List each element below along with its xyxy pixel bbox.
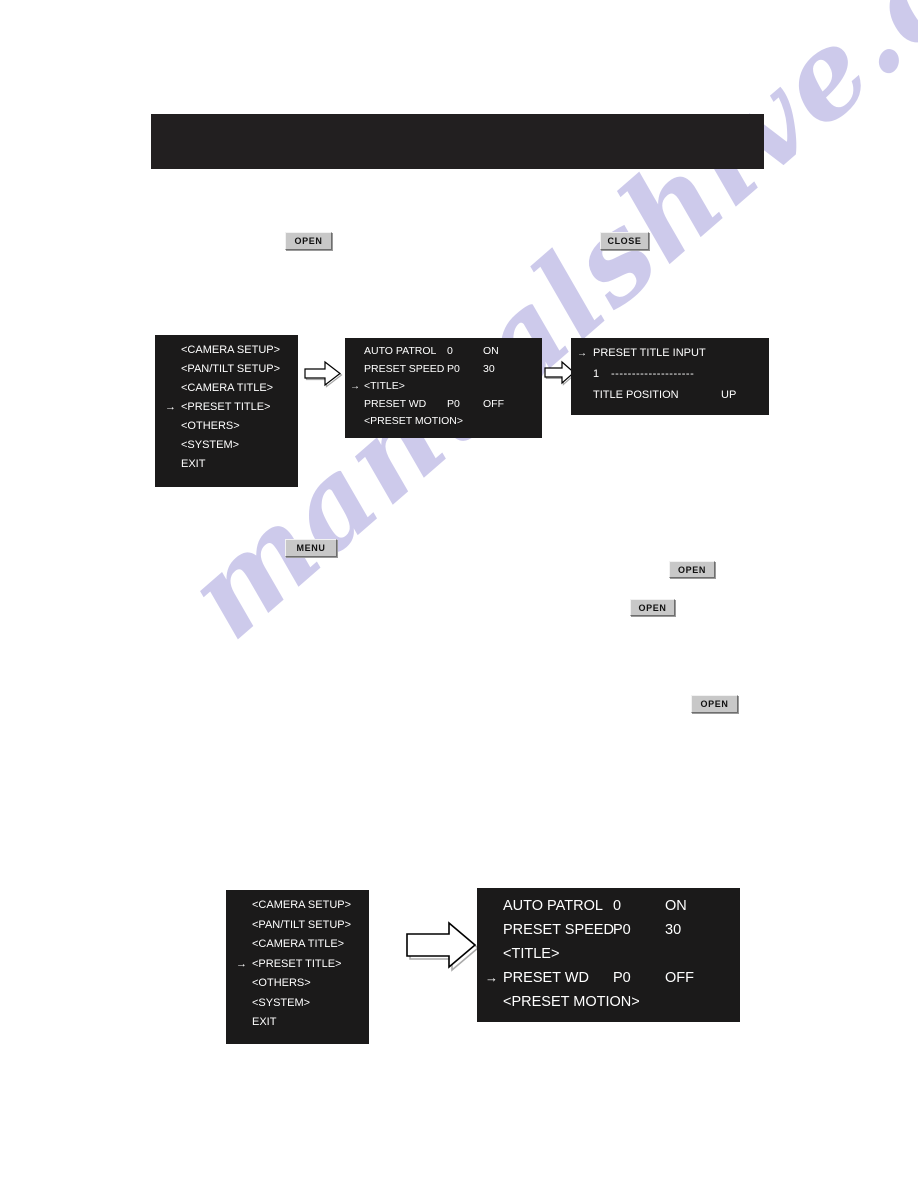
preset-row-selected[interactable]: → <TITLE> [345, 378, 542, 396]
preset-row-label: <TITLE> [364, 380, 405, 392]
preset-row[interactable]: <TITLE> [477, 942, 740, 966]
title-position-row[interactable]: TITLE POSITION UP [571, 385, 769, 406]
header-banner-title [151, 114, 764, 115]
page-watermark: manualshive.com [0, 0, 918, 1188]
menu-item-exit[interactable]: EXIT [155, 455, 298, 474]
menu-item-selected[interactable]: → <PRESET TITLE> [226, 955, 369, 975]
open-button-step4[interactable]: OPEN [691, 695, 738, 713]
cursor-arrow-icon: → [577, 348, 587, 359]
menu-item[interactable]: <CAMERA SETUP> [155, 341, 298, 360]
preset-row-value1: 0 [613, 898, 622, 914]
title-input-entry-number: 1 [593, 368, 600, 380]
title-input-heading: PRESET TITLE INPUT [593, 347, 706, 359]
menu-item-label: <CAMERA SETUP> [252, 899, 352, 911]
menu-item-label: <PRESET TITLE> [181, 401, 271, 413]
cursor-arrow-icon: → [165, 401, 176, 413]
preset-row[interactable]: PRESET SPEED P0 30 [345, 361, 542, 379]
preset-row[interactable]: PRESET WD P0 OFF [345, 396, 542, 414]
preset-row[interactable]: <PRESET MOTION> [477, 990, 740, 1014]
title-input-entry-field[interactable]: -------------------- [611, 364, 694, 385]
close-button-step1[interactable]: CLOSE [600, 232, 649, 250]
menu-item[interactable]: <SYSTEM> [226, 994, 369, 1014]
menu-item-label: <PRESET TITLE> [252, 957, 342, 970]
menu-item-label: <PAN/TILT SETUP> [252, 918, 352, 931]
menu-item-label: <SYSTEM> [252, 996, 311, 1009]
preset-row-value2: OFF [483, 397, 504, 410]
preset-row-value2: OFF [665, 970, 694, 986]
menu-item-label: EXIT [181, 458, 206, 470]
title-position-label: TITLE POSITION [593, 389, 679, 401]
title-input-heading-row[interactable]: → PRESET TITLE INPUT [571, 343, 769, 364]
preset-row-value2: ON [483, 345, 499, 357]
preset-row-label: AUTO PATROL [364, 345, 437, 357]
cursor-arrow-icon: → [236, 957, 247, 970]
menu-item-label: <SYSTEM> [181, 439, 240, 451]
osd-preset-title-menu-bottom[interactable]: AUTO PATROL 0 ON PRESET SPEED P0 30 <TIT… [477, 888, 740, 1022]
open-button-step3[interactable]: OPEN [630, 599, 675, 616]
menu-item-label: EXIT [252, 1016, 277, 1028]
preset-row[interactable]: AUTO PATROL 0 ON [345, 343, 542, 361]
title-position-value[interactable]: UP [721, 385, 736, 406]
preset-row[interactable]: PRESET SPEED P0 30 [477, 918, 740, 942]
preset-row-value2: ON [665, 898, 687, 914]
osd-preset-title-menu-top[interactable]: AUTO PATROL 0 ON PRESET SPEED P0 30 → <T… [345, 338, 542, 438]
watermark-text: manualshive.com [160, 0, 918, 665]
cursor-arrow-icon: → [485, 970, 498, 985]
title-input-entry-row[interactable]: 1 -------------------- [571, 364, 769, 385]
menu-item[interactable]: <OTHERS> [226, 974, 369, 994]
osd-main-menu-bottom[interactable]: <CAMERA SETUP> <PAN/TILT SETUP> <CAMERA … [226, 890, 369, 1044]
menu-item-label: <OTHERS> [252, 977, 311, 989]
osd-preset-title-input[interactable]: → PRESET TITLE INPUT 1 -----------------… [571, 338, 769, 415]
menu-item[interactable]: <PAN/TILT SETUP> [226, 916, 369, 936]
menu-item-exit[interactable]: EXIT [226, 1013, 369, 1033]
preset-row-selected[interactable]: → PRESET WD P0 OFF [477, 966, 740, 990]
preset-row-value1: 0 [447, 345, 453, 357]
preset-row-label: PRESET WD [364, 397, 427, 410]
menu-item[interactable]: <CAMERA TITLE> [226, 935, 369, 955]
menu-item[interactable]: <SYSTEM> [155, 436, 298, 455]
preset-row-label: PRESET WD [503, 970, 589, 986]
menu-item[interactable]: <OTHERS> [155, 417, 298, 436]
preset-row-label: <PRESET MOTION> [503, 994, 640, 1010]
open-button-step1[interactable]: OPEN [285, 232, 332, 250]
preset-row-label: PRESET SPEED [364, 362, 445, 375]
menu-item[interactable]: <CAMERA TITLE> [155, 379, 298, 398]
menu-item[interactable]: <CAMERA SETUP> [226, 896, 369, 916]
preset-row-label: AUTO PATROL [503, 898, 603, 914]
menu-item-label: <CAMERA TITLE> [252, 938, 345, 950]
preset-row-value1: P0 [613, 922, 631, 938]
cursor-arrow-icon: → [350, 381, 360, 392]
osd-main-menu-top[interactable]: <CAMERA SETUP> <PAN/TILT SETUP> <CAMERA … [155, 335, 298, 487]
preset-row-label: <TITLE> [503, 946, 560, 962]
preset-row-label: <PRESET MOTION> [364, 415, 463, 427]
menu-button[interactable]: MENU [285, 539, 337, 557]
preset-row-value1: P0 [447, 397, 460, 410]
menu-item-selected[interactable]: → <PRESET TITLE> [155, 398, 298, 417]
menu-item-label: <CAMERA SETUP> [181, 344, 281, 356]
preset-row-value1: P0 [613, 970, 631, 986]
menu-item-label: <PAN/TILT SETUP> [181, 363, 281, 375]
header-banner [151, 114, 764, 169]
open-button-step2[interactable]: OPEN [669, 561, 715, 578]
flow-arrow-icon-3 [404, 918, 480, 972]
flow-arrow-icon-1 [303, 359, 343, 389]
preset-row[interactable]: AUTO PATROL 0 ON [477, 894, 740, 918]
preset-row-value2: 30 [665, 922, 682, 938]
preset-row[interactable]: <PRESET MOTION> [345, 413, 542, 431]
preset-row-value2: 30 [483, 362, 495, 375]
menu-item-label: <CAMERA TITLE> [181, 382, 274, 394]
preset-row-label: PRESET SPEED [503, 922, 614, 938]
preset-row-value1: P0 [447, 362, 460, 375]
menu-item[interactable]: <PAN/TILT SETUP> [155, 360, 298, 379]
menu-item-label: <OTHERS> [181, 420, 240, 432]
